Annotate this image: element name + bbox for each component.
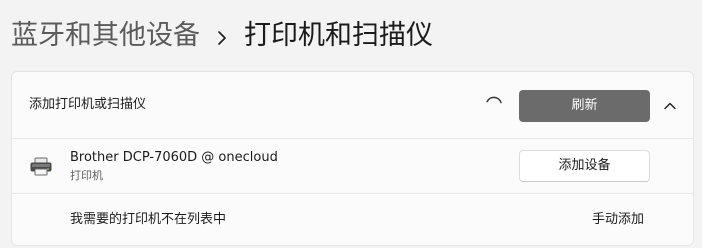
add-printer-header[interactable]: 添加打印机或扫描仪 刷新: [12, 72, 693, 139]
page-title: 打印机和扫描仪: [244, 20, 433, 51]
device-type: 打印机: [70, 169, 103, 182]
chevron-right-icon: [200, 16, 244, 56]
printers-panel: 添加打印机或扫描仪 刷新 Brother DCP-7060D @ oneclou…: [11, 71, 694, 246]
manual-add-label: 我需要的打印机不在列表中: [70, 212, 227, 227]
spinner-icon: [484, 94, 504, 114]
breadcrumb-parent[interactable]: 蓝牙和其他设备: [11, 16, 200, 56]
chevron-up-icon[interactable]: [661, 97, 679, 115]
manual-add-link[interactable]: 手动添加: [592, 210, 644, 230]
add-device-button[interactable]: 添加设备: [519, 150, 650, 182]
device-row: Brother DCP-7060D @ onecloud 打印机 添加设备: [12, 139, 693, 194]
refresh-button[interactable]: 刷新: [519, 90, 650, 122]
breadcrumb: 蓝牙和其他设备 打印机和扫描仪: [11, 16, 433, 56]
printer-icon: [29, 156, 53, 178]
add-printer-label: 添加打印机或扫描仪: [29, 97, 147, 112]
manual-add-row: 我需要的打印机不在列表中 手动添加: [12, 194, 693, 245]
device-name: Brother DCP-7060D @ onecloud: [70, 150, 278, 165]
